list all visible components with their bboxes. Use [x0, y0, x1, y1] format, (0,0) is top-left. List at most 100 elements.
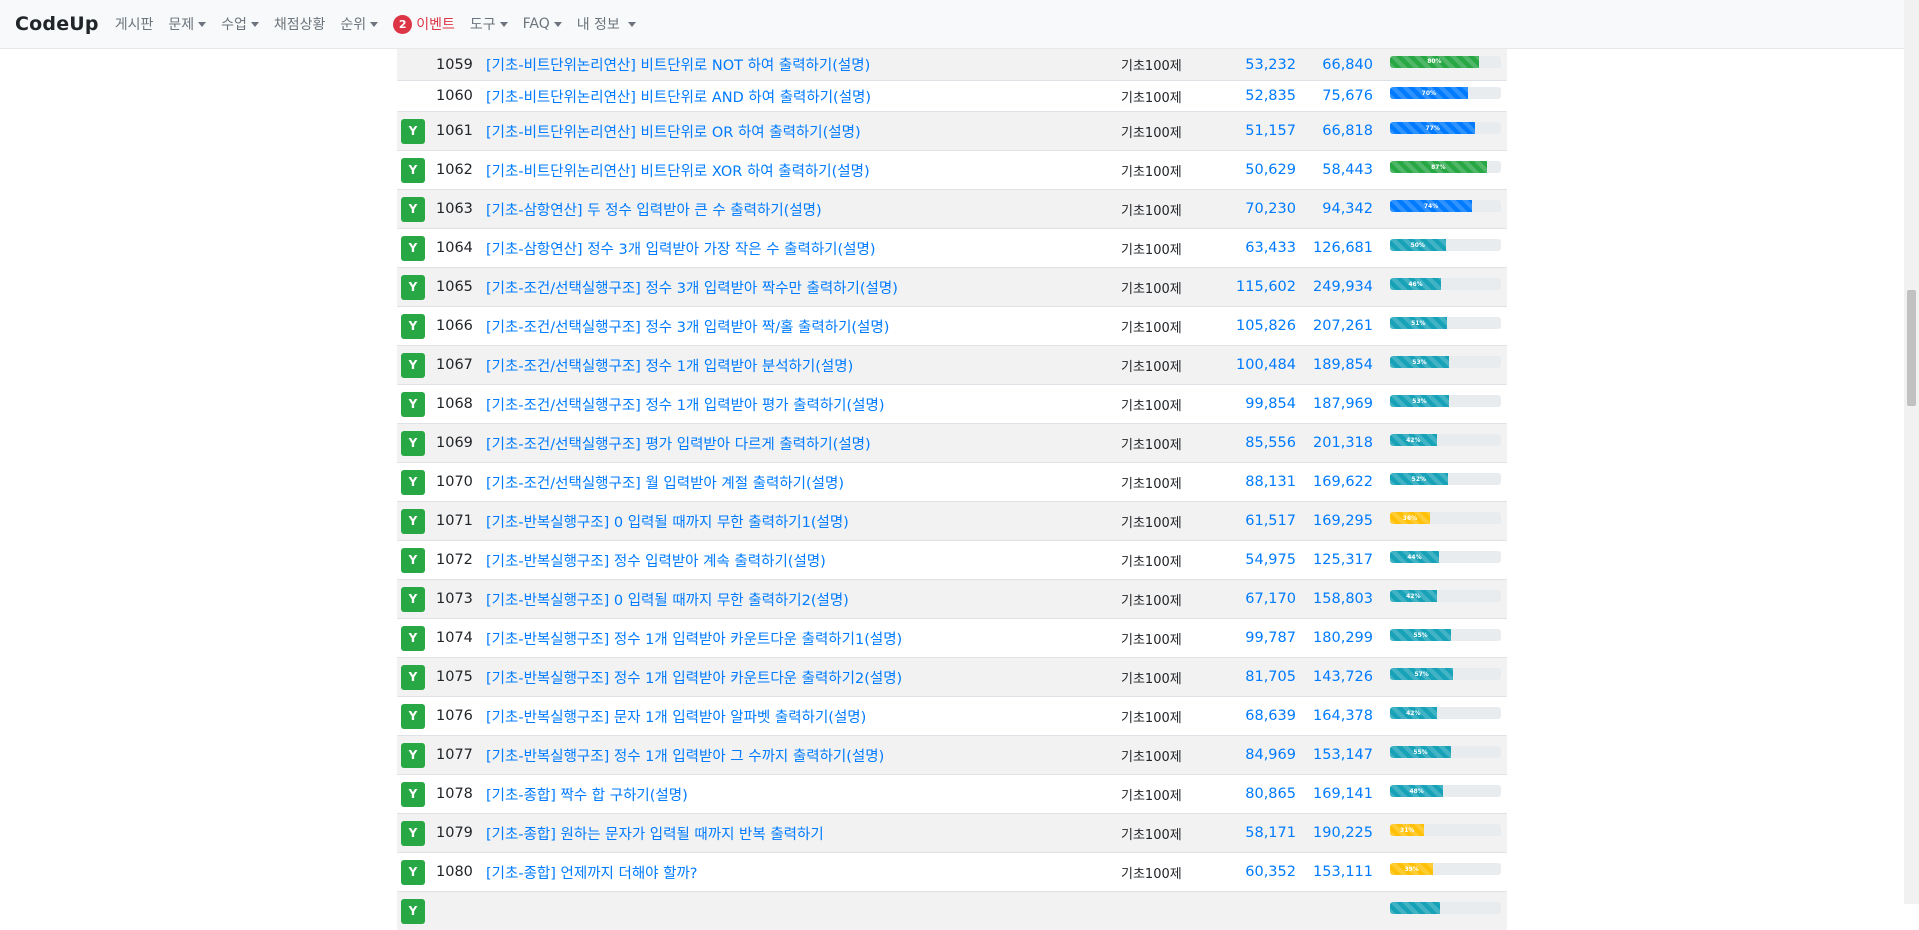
acceptance-bar: 31%: [1390, 824, 1425, 836]
accepted-count-link[interactable]: 85,556: [1220, 424, 1296, 462]
nav-faq[interactable]: FAQ: [523, 16, 562, 32]
submitted-count-link[interactable]: 158,803: [1301, 580, 1373, 618]
solved-badge: Y: [401, 625, 425, 651]
accepted-count-link[interactable]: 54,975: [1220, 541, 1296, 579]
problem-id: 1059: [436, 56, 473, 73]
problem-title-link[interactable]: [기초-비트단위논리연산] 비트단위로 XOR 하여 출력하기(설명): [486, 151, 1106, 189]
acceptance-progress: 46%: [1390, 278, 1501, 290]
submitted-count-link[interactable]: 143,726: [1301, 658, 1373, 696]
submitted-count-link[interactable]: 153,111: [1301, 853, 1373, 891]
submitted-count-link[interactable]: 201,318: [1301, 424, 1373, 462]
solved-cell: Y: [401, 307, 425, 345]
scrollbar-thumb[interactable]: [1907, 290, 1916, 406]
problem-title-link[interactable]: [기초-반복실행구조] 0 입력될 때까지 무한 출력하기1(설명): [486, 502, 1106, 540]
problem-title-link[interactable]: [기초-조건/선택실행구조] 정수 1개 입력받아 평가 출력하기(설명): [486, 385, 1106, 423]
submitted-count-link[interactable]: 190,225: [1301, 814, 1373, 852]
submitted-count-link[interactable]: 153,147: [1301, 736, 1373, 774]
submitted-count-link[interactable]: 66,840: [1301, 49, 1373, 80]
submitted-count-link[interactable]: 94,342: [1301, 190, 1373, 228]
nav-judge-status[interactable]: 채점상황: [274, 14, 326, 34]
problem-title-link[interactable]: [기초-반복실행구조] 문자 1개 입력받아 알파벳 출력하기(설명): [486, 697, 1106, 735]
submitted-count-link[interactable]: 66,818: [1301, 112, 1373, 150]
submitted-count-link[interactable]: 75,676: [1301, 81, 1373, 111]
problem-title-link[interactable]: [기초-비트단위논리연산] 비트단위로 OR 하여 출력하기(설명): [486, 112, 1106, 150]
problem-row: 1060 [기초-비트단위논리연산] 비트단위로 AND 하여 출력하기(설명) 기…: [397, 80, 1507, 111]
accepted-count-link[interactable]: 70,230: [1220, 190, 1296, 228]
accepted-count-link[interactable]: 60,352: [1220, 853, 1296, 891]
problem-title-link[interactable]: [기초-삼항연산] 정수 3개 입력받아 가장 작은 수 출력하기(설명): [486, 229, 1106, 267]
accepted-count-link[interactable]: 115,602: [1220, 268, 1296, 306]
submitted-count-link[interactable]: 164,378: [1301, 697, 1373, 735]
problem-title-link[interactable]: [기초-종합] 원하는 문자가 입력될 때까지 반복 출력하기: [486, 814, 1106, 852]
submitted-count-link[interactable]: 189,854: [1301, 346, 1373, 384]
acceptance-bar: 55%: [1390, 746, 1452, 758]
problem-title-link[interactable]: [기초-삼항연산] 두 정수 입력받아 큰 수 출력하기(설명): [486, 190, 1106, 228]
accepted-count-link[interactable]: 88,131: [1220, 463, 1296, 501]
nav-problems[interactable]: 문제: [168, 14, 207, 34]
page-scrollbar[interactable]: [1904, 0, 1919, 904]
problem-title-link[interactable]: [기초-비트단위논리연산] 비트단위로 NOT 하여 출력하기(설명): [486, 49, 1106, 80]
accepted-count-link[interactable]: [1220, 892, 1296, 930]
accepted-count-link[interactable]: 52,835: [1220, 81, 1296, 111]
accepted-count-link[interactable]: 50,629: [1220, 151, 1296, 189]
problem-category: 기초100제: [1121, 554, 1182, 570]
problem-title-link[interactable]: [기초-종합] 짝수 합 구하기(설명): [486, 775, 1106, 813]
nav-classes[interactable]: 수업: [221, 14, 259, 34]
acceptance-progress: 42%: [1390, 590, 1501, 602]
nav-ranking[interactable]: 순위: [340, 14, 379, 34]
accepted-count-link[interactable]: 99,854: [1220, 385, 1296, 423]
submitted-count-link[interactable]: 187,969: [1301, 385, 1373, 423]
accepted-count-link[interactable]: 63,433: [1220, 229, 1296, 267]
accepted-count-link[interactable]: 81,705: [1220, 658, 1296, 696]
problem-title-link[interactable]: [기초-반복실행구조] 정수 1개 입력받아 카운트다운 출력하기2(설명): [486, 658, 1106, 696]
accepted-count-link[interactable]: 99,787: [1220, 619, 1296, 657]
problem-title-link[interactable]: [기초-반복실행구조] 정수 1개 입력받아 그 수까지 출력하기(설명): [486, 736, 1106, 774]
problem-row: Y 1072 [기초-반복실행구조] 정수 입력받아 계속 출력하기(설명) 기초10…: [397, 540, 1507, 579]
problem-title-link[interactable]: [기초-종합] 언제까지 더해야 할까?: [486, 853, 1106, 891]
submitted-count-link[interactable]: 169,622: [1301, 463, 1373, 501]
solved-cell: Y: [401, 112, 425, 150]
submitted-count-link[interactable]: 169,141: [1301, 775, 1373, 813]
problem-title-link[interactable]: [기초-조건/선택실행구조] 월 입력받아 계절 출력하기(설명): [486, 463, 1106, 501]
acceptance-progress: 52%: [1390, 473, 1501, 485]
problem-title-link[interactable]: [기초-비트단위논리연산] 비트단위로 AND 하여 출력하기(설명): [486, 81, 1106, 111]
problem-title-link[interactable]: [기초-조건/선택실행구조] 평가 입력받아 다르게 출력하기(설명): [486, 424, 1106, 462]
submitted-count-link[interactable]: 169,295: [1301, 502, 1373, 540]
accepted-count-link[interactable]: 51,157: [1220, 112, 1296, 150]
problem-title-link[interactable]: [기초-반복실행구조] 정수 1개 입력받아 카운트다운 출력하기1(설명): [486, 619, 1106, 657]
acceptance-progress: 36%: [1390, 512, 1501, 524]
submitted-count-link[interactable]: 58,443: [1301, 151, 1373, 189]
brand-logo[interactable]: CodeUp: [15, 13, 99, 35]
accepted-count-link[interactable]: 61,517: [1220, 502, 1296, 540]
submitted-count-link[interactable]: 126,681: [1301, 229, 1373, 267]
accepted-count-link[interactable]: 84,969: [1220, 736, 1296, 774]
problem-title-link[interactable]: [기초-반복실행구조] 정수 입력받아 계속 출력하기(설명): [486, 541, 1106, 579]
submitted-count-link[interactable]: [1301, 892, 1373, 930]
nav-tools[interactable]: 도구: [470, 14, 508, 34]
nav-board[interactable]: 게시판: [115, 14, 154, 34]
accepted-count-link[interactable]: 80,865: [1220, 775, 1296, 813]
accepted-count-link[interactable]: 53,232: [1220, 49, 1296, 80]
nav-my-info[interactable]: 내 정보: [577, 14, 636, 34]
accepted-count-link[interactable]: 67,170: [1220, 580, 1296, 618]
submitted-count-link[interactable]: 180,299: [1301, 619, 1373, 657]
problem-title-link[interactable]: [기초-조건/선택실행구조] 정수 3개 입력받아 짝수만 출력하기(설명): [486, 268, 1106, 306]
submitted-count-link[interactable]: 125,317: [1301, 541, 1373, 579]
acceptance-progress: 42%: [1390, 434, 1501, 446]
accepted-count-link[interactable]: 105,826: [1220, 307, 1296, 345]
acceptance-progress: 42%: [1390, 707, 1501, 719]
chevron-down-icon: [499, 21, 508, 27]
problem-title-link[interactable]: [기초-반복실행구조] 0 입력될 때까지 무한 출력하기2(설명): [486, 580, 1106, 618]
nav-event[interactable]: 2 이벤트: [393, 14, 455, 34]
problem-title-link[interactable]: [기초-조건/선택실행구조] 정수 1개 입력받아 분석하기(설명): [486, 346, 1106, 384]
acceptance-rate-cell: 77%: [1390, 112, 1502, 150]
solved-cell: Y: [401, 775, 425, 813]
submitted-count-link[interactable]: 207,261: [1301, 307, 1373, 345]
problem-title-link[interactable]: [486, 892, 1106, 930]
solved-badge: Y: [401, 430, 425, 456]
accepted-count-link[interactable]: 68,639: [1220, 697, 1296, 735]
accepted-count-link[interactable]: 58,171: [1220, 814, 1296, 852]
problem-title-link[interactable]: [기초-조건/선택실행구조] 정수 3개 입력받아 짝/홀 출력하기(설명): [486, 307, 1106, 345]
accepted-count-link[interactable]: 100,484: [1220, 346, 1296, 384]
submitted-count-link[interactable]: 249,934: [1301, 268, 1373, 306]
